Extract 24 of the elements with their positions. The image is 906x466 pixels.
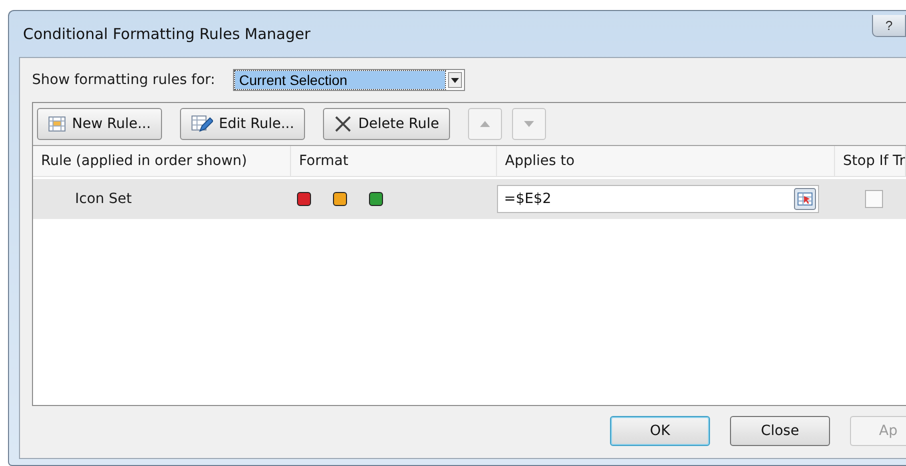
- window-title: Conditional Formatting Rules Manager: [22, 25, 310, 43]
- rule-name: Icon Set: [74, 191, 133, 207]
- column-header: Format: [291, 146, 497, 176]
- column-header: Applies to: [497, 146, 835, 176]
- rule-row[interactable]: Icon Set =$E$2: [33, 179, 906, 219]
- column-header: Rule (applied in order shown): [33, 146, 291, 176]
- table-icon: [48, 116, 66, 132]
- edit-rule-button[interactable]: Edit Rule...: [180, 108, 306, 140]
- dialog-button[interactable]: OK: [610, 416, 710, 446]
- column-header: Stop If Tr: [835, 146, 906, 176]
- delete-rule-button[interactable]: Delete Rule: [323, 108, 450, 140]
- down-arrow-icon: [524, 121, 534, 127]
- rules-scope-dropdown[interactable]: Current Selection: [233, 69, 466, 91]
- table-pencil-icon: [190, 115, 213, 133]
- show-rules-label: Show formatting rules for:: [32, 72, 216, 88]
- range-select-icon[interactable]: [794, 188, 816, 210]
- applies-to-field[interactable]: =$E$2: [497, 185, 819, 213]
- x-icon: [334, 115, 352, 133]
- stop-if-true-checkbox[interactable]: [865, 190, 883, 208]
- dialog-button[interactable]: Close: [730, 416, 830, 446]
- help-button[interactable]: ?: [872, 15, 906, 37]
- up-arrow-icon: [480, 121, 490, 127]
- new-rule-button[interactable]: New Rule...: [37, 108, 162, 140]
- dropdown-caret-icon: [448, 72, 462, 88]
